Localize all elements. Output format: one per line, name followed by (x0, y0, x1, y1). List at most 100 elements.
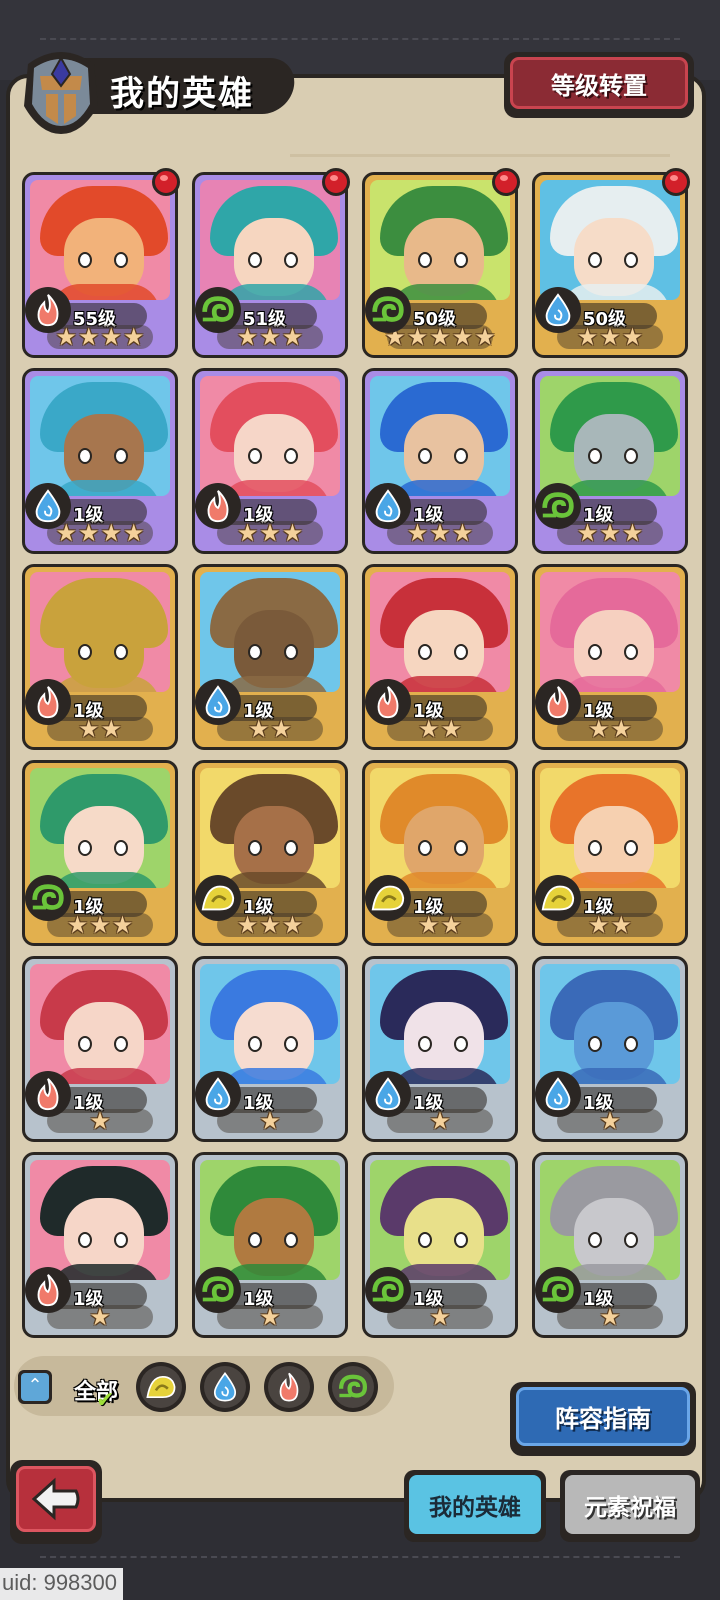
back-button[interactable] (10, 1460, 102, 1544)
collapse-filter-button[interactable]: ⌃ (18, 1370, 52, 1404)
star-icon: ★ (587, 911, 610, 939)
hero-card[interactable]: 1级 ★ (362, 1152, 518, 1338)
star-icon: ★ (429, 1107, 451, 1135)
hero-portrait (540, 964, 680, 1084)
uid-label: uid: 998300 (0, 1568, 123, 1600)
hero-card[interactable]: 51级 ★ ★ ★ (192, 172, 348, 358)
hero-portrait (200, 768, 340, 888)
hero-portrait (540, 1160, 680, 1280)
star-icon: ★ (236, 323, 259, 351)
hero-portrait (30, 768, 170, 888)
star-icon: ★ (259, 323, 281, 351)
hero-portrait (200, 180, 340, 300)
hero-card[interactable]: 55级 ★ ★ ★ ★ (22, 172, 178, 358)
star-icon: ★ (599, 1303, 621, 1331)
water-element-icon (25, 483, 71, 529)
hero-card[interactable]: 1级 ★ (192, 956, 348, 1142)
hero-portrait (370, 1160, 510, 1280)
tab-element-blessing-label: 元素祝福 (565, 1475, 695, 1534)
fire-element-icon (25, 679, 71, 725)
page-title: 我的英雄 (110, 74, 254, 114)
water-element-icon (195, 679, 241, 725)
hero-card[interactable]: 1级 ★ ★ (532, 760, 688, 946)
hero-card[interactable]: 1级 ★ ★ ★ (532, 368, 688, 554)
hero-card[interactable]: 1级 ★ (532, 956, 688, 1142)
hero-card[interactable]: 1级 ★ (22, 956, 178, 1142)
hero-portrait (370, 180, 510, 300)
water-element-icon (535, 1071, 581, 1117)
star-icon: ★ (89, 911, 111, 939)
back-arrow-icon (31, 1477, 80, 1521)
hero-portrait (200, 572, 340, 692)
fire-element-icon (535, 679, 581, 725)
star-icon: ★ (111, 911, 134, 939)
hero-card[interactable]: 1级 ★ (22, 1152, 178, 1338)
hero-card[interactable]: 1级 ★ (192, 1152, 348, 1338)
hero-portrait (370, 768, 510, 888)
hero-card[interactable]: 50级 ★ ★ ★ ★ ★ (362, 172, 518, 358)
level-reset-button[interactable]: 等级转置 (504, 52, 694, 118)
star-icon: ★ (281, 323, 304, 351)
hero-portrait (30, 376, 170, 496)
hero-card[interactable]: 1级 ★ ★ ★ (192, 368, 348, 554)
filter-wind-button[interactable] (328, 1362, 378, 1412)
hero-portrait (370, 376, 510, 496)
hero-card[interactable]: 1级 ★ ★ ★ (362, 368, 518, 554)
star-icon: ★ (236, 911, 259, 939)
star-icon: ★ (270, 715, 293, 743)
star-icon: ★ (77, 323, 100, 351)
star-icon: ★ (599, 323, 621, 351)
fire-element-icon (25, 1267, 71, 1313)
hero-card[interactable]: 1级 ★ (532, 1152, 688, 1338)
water-element-icon (365, 1071, 411, 1117)
star-icon: ★ (451, 519, 474, 547)
hero-card[interactable]: 1级 ★ ★ (192, 564, 348, 750)
hero-card[interactable]: 50级 ★ ★ ★ (532, 172, 688, 358)
star-icon: ★ (429, 323, 451, 351)
hero-card[interactable]: 1级 ★ ★ ★ (192, 760, 348, 946)
hero-card[interactable]: 1级 ★ ★ ★ (22, 760, 178, 946)
filter-earth-button[interactable] (136, 1362, 186, 1412)
new-notification-dot (322, 168, 350, 196)
hero-portrait (30, 572, 170, 692)
earth-icon (140, 1366, 182, 1408)
level-reset-label: 等级转置 (510, 57, 688, 109)
hero-card[interactable]: 1级 ★ ★ ★ ★ (22, 368, 178, 554)
star-icon: ★ (576, 519, 599, 547)
star-icon: ★ (610, 911, 633, 939)
star-icon: ★ (474, 323, 496, 351)
star-icon: ★ (440, 911, 463, 939)
hero-portrait (200, 964, 340, 1084)
water-element-icon (365, 483, 411, 529)
wind-element-icon (25, 875, 71, 921)
hero-card[interactable]: 1级 ★ ★ (22, 564, 178, 750)
hero-portrait (540, 572, 680, 692)
star-icon: ★ (440, 715, 463, 743)
new-notification-dot (492, 168, 520, 196)
hero-card[interactable]: 1级 ★ ★ (362, 760, 518, 946)
hero-card[interactable]: 1级 ★ (362, 956, 518, 1142)
star-icon: ★ (100, 715, 123, 743)
star-icon: ★ (429, 519, 451, 547)
hero-portrait (540, 180, 680, 300)
star-icon: ★ (576, 323, 599, 351)
star-icon: ★ (621, 323, 644, 351)
check-icon: ✔ (96, 1388, 115, 1413)
hero-card[interactable]: 1级 ★ ★ (532, 564, 688, 750)
earth-element-icon (195, 875, 241, 921)
hero-portrait (370, 964, 510, 1084)
star-icon: ★ (259, 1303, 281, 1331)
hero-card[interactable]: 1级 ★ ★ (362, 564, 518, 750)
tab-element-blessing[interactable]: 元素祝福 (560, 1470, 700, 1542)
lineup-guide-button[interactable]: 阵容指南 (510, 1382, 696, 1456)
header: 我的英雄 (14, 46, 298, 134)
fire-element-icon (195, 483, 241, 529)
tab-my-heroes[interactable]: 我的英雄 (404, 1470, 546, 1542)
helmet-icon (24, 52, 98, 134)
hero-portrait (370, 572, 510, 692)
filter-water-button[interactable] (200, 1362, 250, 1412)
hero-portrait (540, 768, 680, 888)
filter-fire-button[interactable] (264, 1362, 314, 1412)
fire-element-icon (365, 679, 411, 725)
water-element-icon (195, 1071, 241, 1117)
